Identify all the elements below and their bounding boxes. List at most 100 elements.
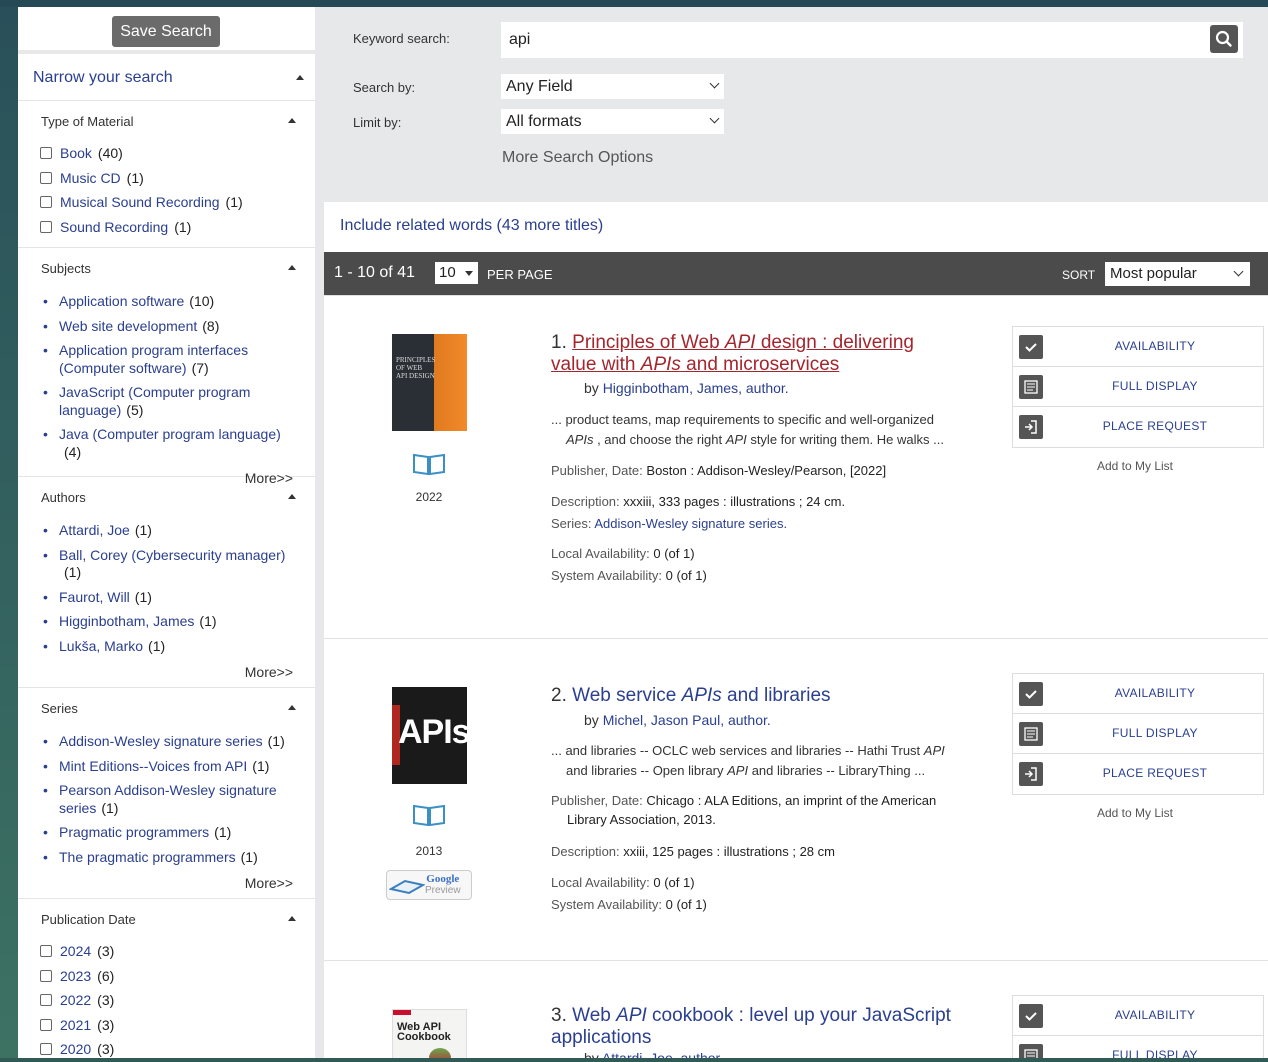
collapse-caret-icon[interactable] [296,75,304,80]
result-record: PRINCIPLES OF WEB API DESIGN 2022 1. Pri… [324,295,1268,638]
facet-count: (10) [189,293,215,309]
main-content: Keyword search: api Search by: Any Field… [315,7,1268,1058]
facet-link[interactable]: Pearson Addison-Wesley signature series [59,782,277,816]
full-display-button[interactable]: FULL DISPLAY [1013,1036,1263,1058]
facet-link[interactable]: Java (Computer program language) [59,426,281,442]
facet-link[interactable]: Application software [59,293,184,309]
facet-link[interactable]: Pragmatic programmers [59,824,209,840]
search-submit-button[interactable] [1210,25,1238,53]
top-strip [0,0,1268,7]
author-link[interactable]: Michel, Jason Paul, author. [603,712,771,728]
full-display-button[interactable]: FULL DISPLAY [1013,714,1263,754]
facet-link[interactable]: The pragmatic programmers [59,849,236,865]
search-by-select[interactable]: Any Field [501,74,724,99]
per-page-select[interactable]: 10 [435,262,478,284]
facet-link[interactable]: 2023 [60,968,91,984]
sort-select[interactable]: Most popular [1105,262,1250,286]
add-to-my-list-link[interactable]: Add to My List [1012,806,1258,820]
narrow-search-header[interactable]: Narrow your search [18,54,315,101]
checkbox[interactable] [40,1018,52,1031]
facet-count: (40) [97,145,123,161]
availability-button[interactable]: AVAILABILITY [1013,674,1263,714]
facet-header[interactable]: Authors [18,477,315,517]
record-title-link[interactable]: Web service APIs and libraries [572,685,830,706]
collapse-caret-icon[interactable] [288,494,296,499]
include-related-words-link[interactable]: Include related words (43 more titles) [340,217,603,235]
series-link[interactable]: Addison-Wesley signature series. [594,516,787,531]
facet-count: (1) [174,218,192,235]
facet-title: Publication Date [41,912,136,927]
facet-link[interactable]: Mint Editions--Voices from API [59,758,247,774]
place-request-button[interactable]: PLACE REQUEST [1013,754,1263,794]
book-cover-image[interactable]: Web API Cookbook [392,1009,467,1058]
google-preview-button[interactable]: Google Preview [386,870,472,900]
facet-checkbox-item[interactable]: Sound Recording (1) [18,215,315,240]
author-link[interactable]: Higginbotham, James, author. [603,380,789,396]
full-display-button[interactable]: FULL DISPLAY [1013,367,1263,407]
record-title-link[interactable]: Principles of Web API design : deliverin… [551,332,914,375]
facet-link[interactable]: Addison-Wesley signature series [59,733,263,749]
facet-link[interactable]: Web site development [59,318,197,334]
keyword-search-input[interactable]: api [501,22,1243,58]
book-cover-image[interactable]: APIs [392,687,471,784]
facet-link[interactable]: 2020 [60,1041,91,1057]
facet-header[interactable]: Series [18,688,315,728]
facet-header[interactable]: Type of Material [18,101,315,141]
facet-link[interactable]: Higginbotham, James [59,613,194,629]
collapse-caret-icon[interactable] [288,265,296,270]
facet-checkbox-item[interactable]: Book (40) [18,141,315,166]
book-format-icon [413,453,445,476]
add-to-my-list-link[interactable]: Add to My List [1012,459,1258,473]
snippet-text: and libraries -- LibraryThing ... [748,763,926,778]
more-series-link[interactable]: More>> [18,873,315,897]
title-text: and libraries [721,685,831,706]
more-authors-link[interactable]: More>> [18,662,315,686]
facet-link[interactable]: Musical Sound Recording [60,194,220,210]
facet-checkbox-item[interactable]: 2022 (3) [18,988,315,1013]
facet-header[interactable]: Subjects [18,248,315,288]
facet-link[interactable]: Sound Recording [60,219,168,235]
record-title-link[interactable]: Web API cookbook : level up your JavaScr… [551,1005,951,1048]
checkbox[interactable] [40,945,52,957]
save-search-button[interactable]: Save Search [112,16,220,47]
author-link[interactable]: Attardi, Joe, author. [602,1050,723,1058]
facet-header[interactable]: Publication Date [18,899,315,939]
checkbox[interactable] [40,220,52,233]
result-record: APIs 2013 Google Preview 2. Web service … [324,638,1268,960]
facet-checkbox-item[interactable]: 2024 (3) [18,939,315,964]
checkbox[interactable] [40,1043,52,1055]
availability-button[interactable]: AVAILABILITY [1013,327,1263,367]
facet-link[interactable]: Ball, Corey (Cybersecurity manager) [59,547,285,563]
collapse-caret-icon[interactable] [288,916,296,921]
availability-button[interactable]: AVAILABILITY [1013,996,1263,1036]
facet-link[interactable]: Attardi, Joe [59,522,130,538]
facet-checkbox-item[interactable]: Musical Sound Recording (1) [18,190,315,215]
checkbox[interactable] [40,969,52,982]
facet-link[interactable]: 2022 [60,992,91,1008]
system-availability-label: System Availability: [551,568,663,583]
facet-link[interactable]: Faurot, Will [59,589,130,605]
facet-checkbox-item[interactable]: Music CD (1) [18,166,315,191]
facet-link[interactable]: 2021 [60,1017,91,1033]
collapse-caret-icon[interactable] [288,705,296,710]
checkbox[interactable] [40,147,52,159]
facet-link[interactable]: Lukša, Marko [59,638,143,654]
limit-by-select[interactable]: All formats [501,109,724,134]
facet-link[interactable]: Music CD [60,170,121,186]
facet-link[interactable]: Application program interfaces (Computer… [59,342,248,376]
record-publisher: Publisher, Date: Boston : Addison-Wesley… [551,461,966,480]
record-number: 2. [551,685,567,706]
checkbox[interactable] [40,994,52,1006]
facet-link[interactable]: Book [60,145,92,161]
checkbox[interactable] [40,171,52,184]
facet-checkbox-item[interactable]: 2021 (3) [18,1013,315,1038]
facet-checkbox-item[interactable]: 2023 (6) [18,964,315,989]
facet-link[interactable]: 2024 [60,943,91,959]
facet-link[interactable]: JavaScript (Computer program language) [59,384,250,418]
book-cover-image[interactable]: PRINCIPLES OF WEB API DESIGN [392,334,467,431]
place-request-button[interactable]: PLACE REQUEST [1013,407,1263,447]
collapse-caret-icon[interactable] [288,118,296,123]
more-search-options-link[interactable]: More Search Options [502,149,653,167]
facet-list-item: Lukša, Marko (1) [18,638,315,656]
checkbox[interactable] [40,196,52,208]
